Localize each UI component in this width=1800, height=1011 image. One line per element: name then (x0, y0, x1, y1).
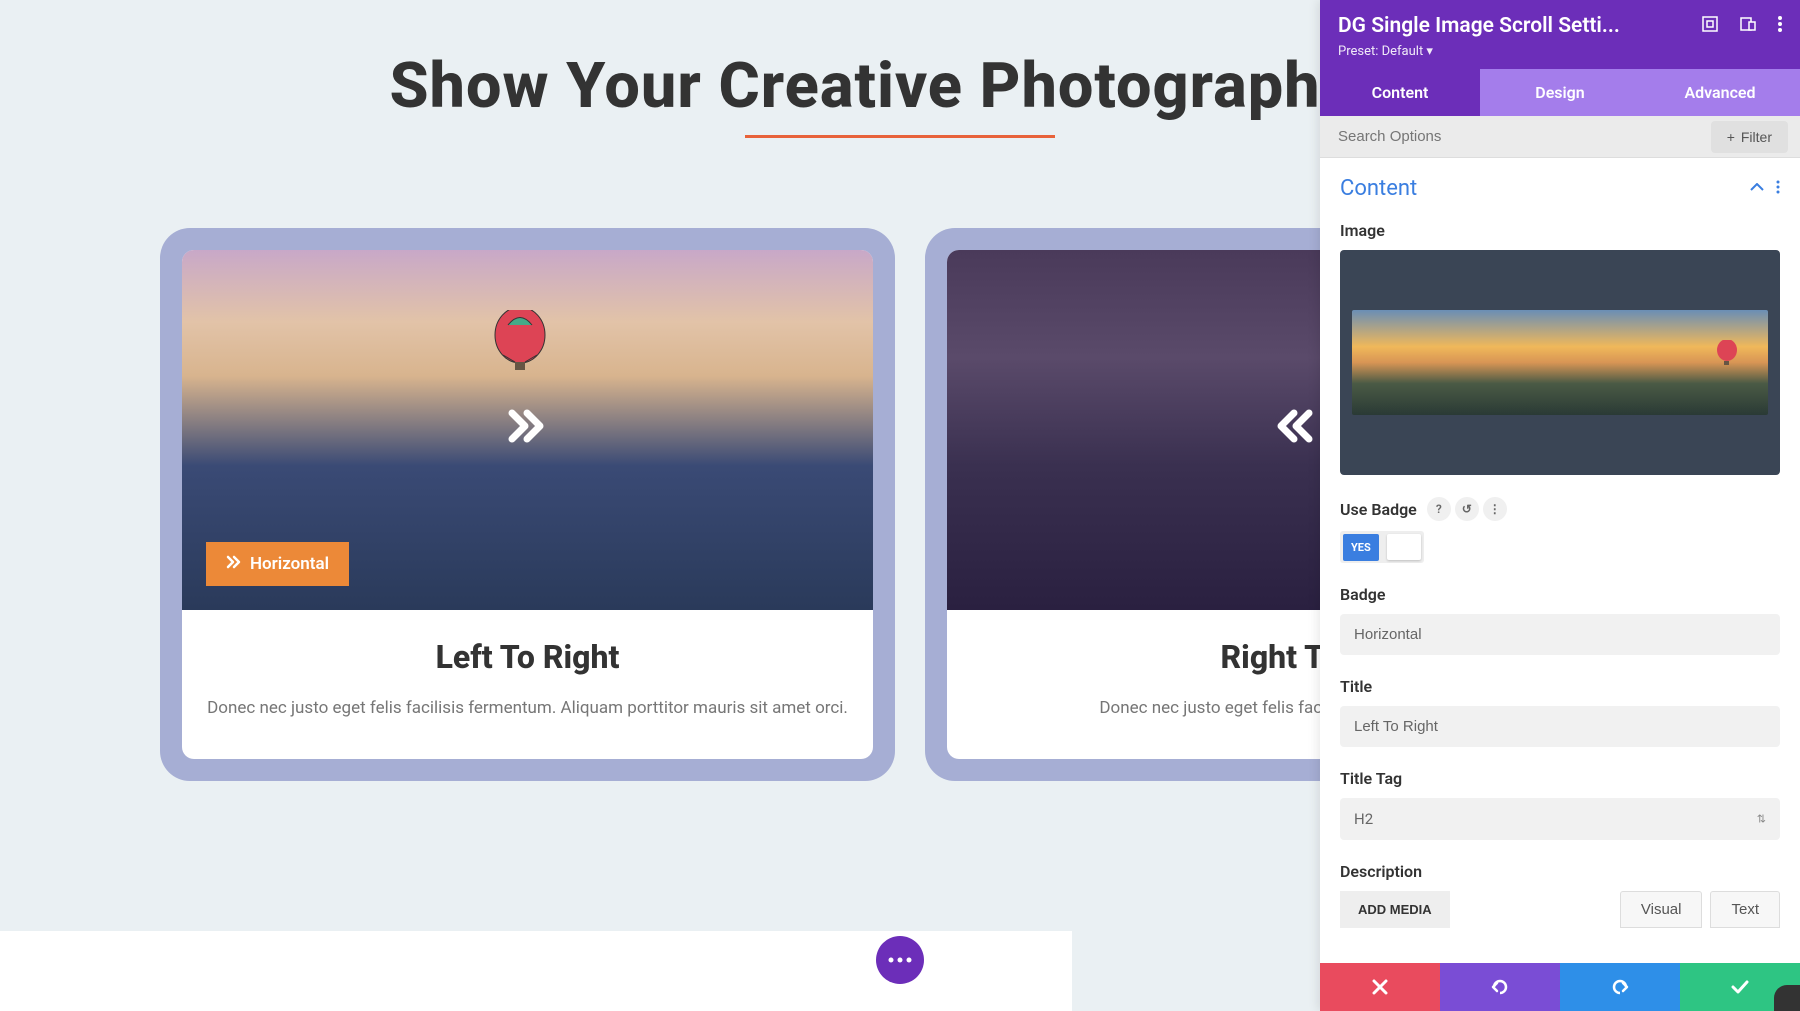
help-icon[interactable]: ? (1427, 497, 1451, 521)
field-menu-icon[interactable]: ⋮ (1483, 497, 1507, 521)
use-badge-toggle[interactable]: YES (1340, 531, 1424, 563)
visual-tab[interactable]: Visual (1620, 891, 1703, 928)
title-label: Title (1340, 677, 1780, 696)
arrows-left-icon (1272, 402, 1314, 459)
reset-icon[interactable]: ↺ (1455, 497, 1479, 521)
image-label: Image (1340, 221, 1780, 240)
filter-button[interactable]: + Filter (1711, 121, 1788, 153)
card-image-1: Horizontal (182, 250, 873, 610)
section-title[interactable]: Content (1340, 176, 1417, 201)
collapse-icon[interactable] (1750, 180, 1764, 198)
card-title-1: Left To Right (206, 638, 849, 676)
select-arrows-icon: ⇅ (1757, 813, 1766, 826)
badge-arrows-icon (226, 555, 242, 573)
title-tag-select[interactable]: H2 ⇅ (1340, 798, 1780, 840)
search-row: + Filter (1320, 116, 1800, 158)
image-preview[interactable] (1340, 250, 1780, 475)
responsive-icon[interactable] (1740, 16, 1756, 36)
undo-button[interactable] (1440, 963, 1560, 1011)
title-tag-label: Title Tag (1340, 769, 1780, 788)
panel-body[interactable]: Content Image Use Badge ? ↺ ⋮ (1320, 158, 1800, 963)
search-input[interactable] (1320, 116, 1711, 157)
section-menu-icon[interactable] (1776, 180, 1780, 198)
title-input[interactable] (1340, 706, 1780, 747)
cancel-button[interactable] (1320, 963, 1440, 1011)
text-tab[interactable]: Text (1710, 891, 1780, 928)
badge-label: Badge (1340, 585, 1780, 604)
panel-header: DG Single Image Scroll Setti... Preset: … (1320, 0, 1800, 69)
preset-label[interactable]: Preset: Default ▾ (1338, 44, 1782, 59)
tab-content[interactable]: Content (1320, 69, 1480, 116)
settings-panel: DG Single Image Scroll Setti... Preset: … (1320, 0, 1800, 1011)
panel-footer (1320, 963, 1800, 1011)
add-media-button[interactable]: ADD MEDIA (1340, 891, 1450, 928)
panel-title: DG Single Image Scroll Setti... (1338, 14, 1620, 38)
preview-balloon-icon (1716, 340, 1738, 370)
plus-icon: + (1727, 129, 1735, 145)
arrows-right-icon (507, 402, 549, 459)
card-badge: Horizontal (206, 542, 349, 586)
badge-text: Horizontal (250, 554, 329, 574)
fab-more-button[interactable] (876, 936, 924, 984)
card-desc-1: Donec nec justo eget felis facilisis fer… (206, 694, 849, 723)
badge-input[interactable] (1340, 614, 1780, 655)
redo-button[interactable] (1560, 963, 1680, 1011)
use-badge-label: Use Badge ? ↺ ⋮ (1340, 497, 1780, 521)
panel-tabs: Content Design Advanced (1320, 69, 1800, 116)
menu-dots-icon[interactable] (1778, 16, 1782, 36)
corner-badge[interactable] (1774, 985, 1800, 1011)
tab-design[interactable]: Design (1480, 69, 1640, 116)
description-label: Description (1340, 862, 1780, 881)
balloon-icon (493, 310, 548, 385)
fullscreen-icon[interactable] (1702, 16, 1718, 36)
card-1[interactable]: Horizontal Left To Right Donec nec justo… (182, 250, 873, 759)
card-wrapper-1: Horizontal Left To Right Donec nec justo… (160, 228, 895, 781)
tab-advanced[interactable]: Advanced (1640, 69, 1800, 116)
